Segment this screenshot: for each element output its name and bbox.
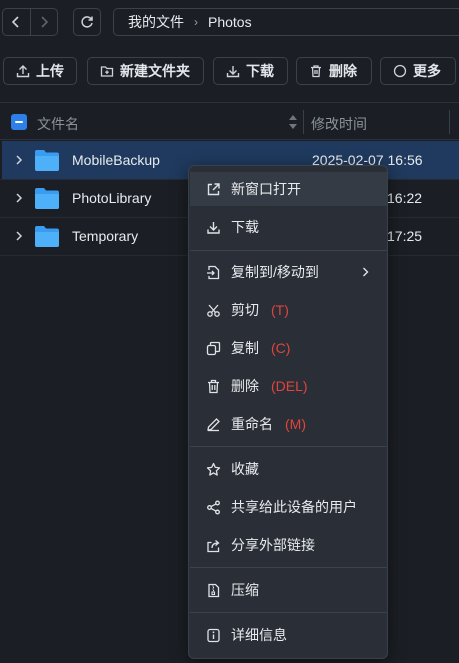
breadcrumb-root[interactable]: 我的文件	[128, 12, 184, 32]
shortcut-hint: (DEL)	[271, 378, 308, 394]
menu-item-rename[interactable]: 重命名 (M)	[190, 407, 387, 441]
download-icon	[226, 66, 240, 78]
refresh-button[interactable]	[73, 8, 101, 36]
select-all-checkbox[interactable]	[11, 114, 27, 130]
forward-button[interactable]	[29, 9, 57, 35]
upload-label: 上传	[36, 63, 64, 79]
info-icon	[206, 628, 220, 642]
shortcut-hint: (T)	[271, 302, 289, 318]
pencil-icon	[206, 417, 220, 431]
more-button[interactable]: 更多	[380, 57, 456, 85]
menu-item-label: 下载	[231, 219, 259, 235]
menu-item-label: 复制	[231, 340, 259, 356]
external-link-icon	[207, 182, 220, 195]
new-folder-button[interactable]: 新建文件夹	[87, 57, 204, 85]
column-divider[interactable]	[449, 110, 450, 134]
row-name: MobileBackup	[72, 152, 160, 168]
menu-separator	[190, 612, 387, 613]
menu-item-details[interactable]: 详细信息	[190, 618, 387, 652]
row-name: PhotoLibrary	[72, 190, 152, 206]
status-bar	[0, 656, 459, 663]
back-button[interactable]	[3, 9, 30, 35]
context-menu: 新窗口打开 下载 复制到/移动到 剪切 (T) 复制 (C) 删除 (DEL) …	[188, 165, 388, 659]
menu-item-favorite[interactable]: 收藏	[190, 452, 387, 486]
menu-separator	[190, 446, 387, 447]
upload-button[interactable]: 上传	[3, 57, 77, 85]
menu-item-label: 新窗口打开	[231, 181, 301, 197]
menu-item-open-new-window[interactable]: 新窗口打开	[190, 172, 387, 206]
breadcrumb-separator-icon: ›	[194, 15, 198, 29]
download-icon	[206, 221, 220, 234]
row-modified-time: 16:22	[387, 190, 423, 206]
chevron-right-icon[interactable]	[15, 231, 23, 241]
menu-item-cut[interactable]: 剪切 (T)	[190, 293, 387, 327]
menu-separator	[190, 567, 387, 568]
menu-item-label: 重命名	[231, 416, 273, 432]
folder-icon	[35, 226, 59, 247]
breadcrumb-current[interactable]: Photos	[208, 14, 252, 30]
menu-item-compress[interactable]: 压缩	[190, 573, 387, 607]
folder-icon	[35, 150, 59, 171]
download-button[interactable]: 下载	[213, 57, 288, 85]
folder-icon	[35, 188, 59, 209]
copy-icon	[206, 341, 220, 355]
column-header-modified-time[interactable]: 修改时间	[311, 114, 367, 134]
chevron-right-icon	[363, 267, 369, 277]
shortcut-hint: (C)	[271, 340, 291, 356]
star-icon	[206, 462, 220, 476]
upload-icon	[16, 65, 30, 78]
delete-label: 删除	[329, 63, 357, 79]
delete-button[interactable]: 删除	[296, 57, 372, 85]
shortcut-hint: (M)	[285, 416, 306, 432]
history-nav	[2, 8, 58, 36]
menu-item-label: 剪切	[231, 302, 259, 318]
menu-item-download[interactable]: 下载	[190, 210, 387, 244]
download-label: 下载	[246, 63, 274, 79]
chevron-right-icon	[41, 16, 49, 28]
menu-item-label: 详细信息	[231, 627, 287, 643]
table-header: 文件名 修改时间	[0, 102, 459, 140]
chevron-left-icon	[12, 16, 20, 28]
scissors-icon	[206, 304, 220, 317]
column-divider[interactable]	[303, 110, 304, 134]
share-out-icon	[206, 539, 220, 552]
more-circle-icon	[393, 64, 407, 78]
sort-icon[interactable]	[288, 112, 298, 132]
trash-icon	[207, 379, 219, 393]
top-bar: 我的文件 › Photos	[0, 0, 459, 46]
menu-item-share-external-link[interactable]: 分享外部链接	[190, 528, 387, 562]
row-modified-time: 17:25	[387, 228, 423, 244]
menu-item-copy-move-to[interactable]: 复制到/移动到	[190, 255, 387, 289]
breadcrumb: 我的文件 › Photos	[113, 8, 459, 36]
more-label: 更多	[413, 63, 441, 79]
menu-item-delete[interactable]: 删除 (DEL)	[190, 369, 387, 403]
chevron-right-icon[interactable]	[15, 193, 23, 203]
menu-item-label: 压缩	[231, 582, 259, 598]
row-name: Temporary	[72, 228, 139, 244]
trash-icon	[311, 65, 321, 78]
menu-separator	[190, 250, 387, 251]
menu-item-copy[interactable]: 复制 (C)	[190, 331, 387, 365]
menu-item-label: 复制到/移动到	[231, 264, 319, 280]
zip-file-icon	[207, 583, 219, 597]
menu-item-label: 共享给此设备的用户	[231, 499, 357, 515]
refresh-icon	[81, 16, 93, 28]
share-icon	[206, 500, 220, 514]
menu-item-share-device-users[interactable]: 共享给此设备的用户	[190, 490, 387, 524]
chevron-right-icon[interactable]	[15, 155, 23, 165]
file-move-icon	[206, 265, 219, 279]
toolbar: 上传 新建文件夹 下载 删除 更多	[0, 57, 459, 85]
menu-item-label: 收藏	[231, 461, 259, 477]
menu-item-label: 删除	[231, 378, 259, 394]
menu-item-label: 分享外部链接	[231, 537, 315, 553]
new-folder-icon	[100, 66, 114, 77]
new-folder-label: 新建文件夹	[120, 63, 190, 79]
column-header-name[interactable]: 文件名	[37, 114, 79, 134]
